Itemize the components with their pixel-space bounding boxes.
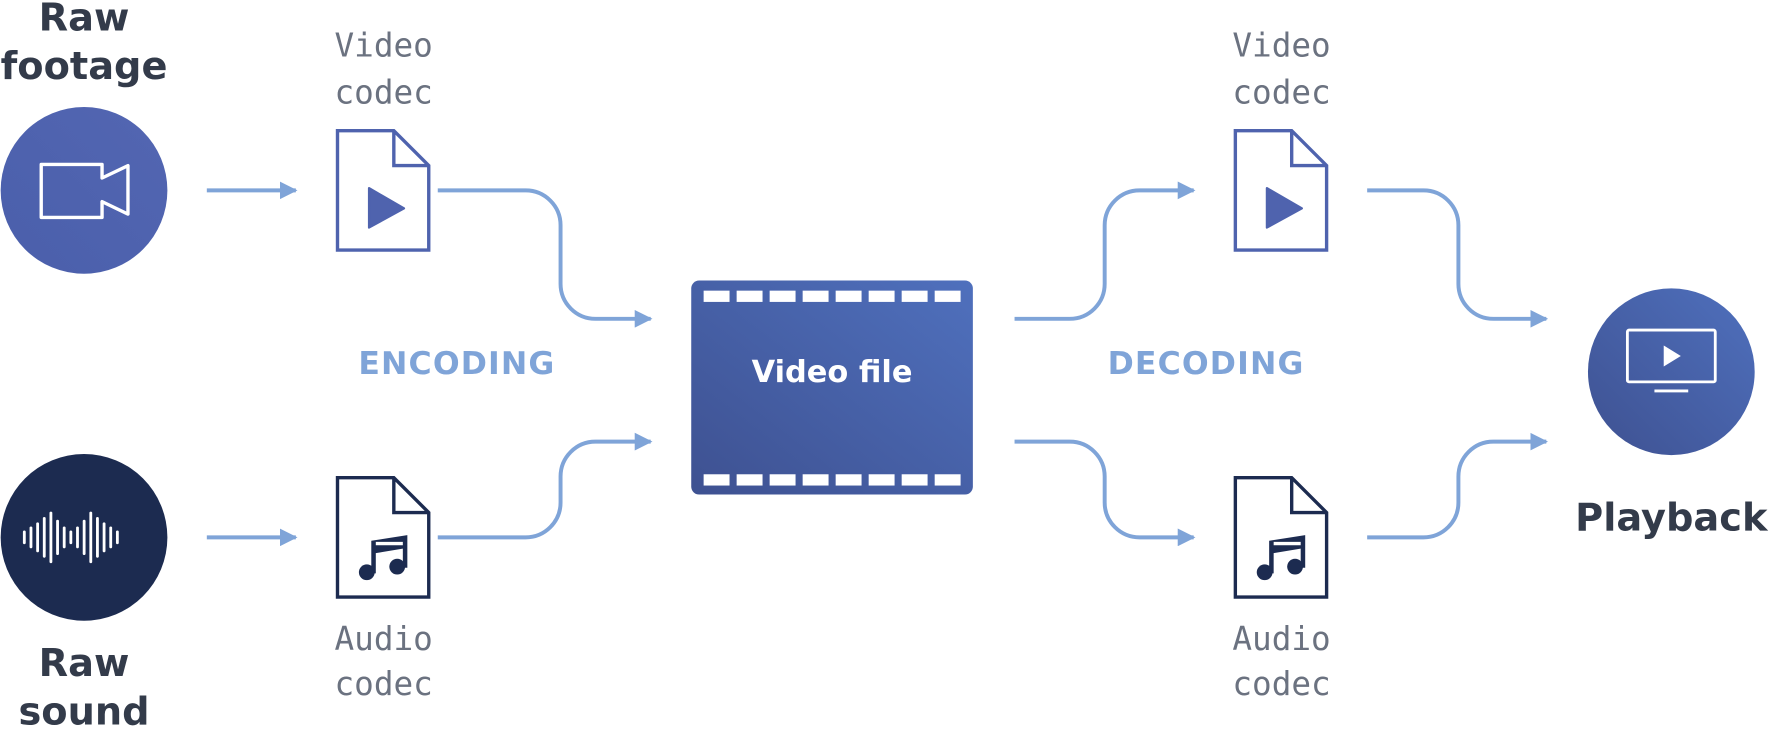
film-hole [703,290,730,302]
film-hole [802,474,829,486]
video-file-icon [1233,128,1329,252]
video-codec-line1: Video [335,26,433,64]
decode-audio-codec: Audio codec [1232,475,1331,703]
film-hole [703,474,730,486]
raw-sound-node: Raw sound [0,453,168,730]
film-hole [934,290,961,302]
playback-node: Playback [1575,288,1769,541]
film-hole [835,474,862,486]
film-hole [868,290,895,302]
film-hole [736,474,763,486]
film-hole [736,290,763,302]
raw-sound-label-line2: sound [18,689,149,730]
playback-label: Playback [1575,496,1769,541]
film-hole [802,290,829,302]
decode-video-codec: Video codec [1232,26,1331,252]
video-codec-line2: codec [335,74,433,112]
video-file-icon [335,128,431,252]
encoding-label: ENCODING [358,346,555,382]
connector [437,188,653,328]
connector [1367,432,1549,540]
film-hole [868,474,895,486]
film-hole [769,290,796,302]
audio-codec-line2: codec [1232,665,1330,703]
encode-video-codec: Video codec [335,26,433,252]
film-hole [901,474,928,486]
film-hole [934,474,961,486]
video-codec-line2: codec [1232,74,1330,112]
encode-audio-codec: Audio codec [335,475,433,703]
audio-codec-line2: codec [335,665,433,703]
raw-footage-label-line1: Raw [39,0,130,40]
film-hole [769,474,796,486]
audio-codec-line1: Audio [335,620,433,658]
audio-file-icon [335,475,431,599]
connector [1367,188,1549,328]
video-file-label: Video file [752,355,913,390]
video-file-container: Video file [691,280,973,495]
decoding-label: DECODING [1108,346,1305,382]
connector [1014,439,1196,547]
raw-sound-label-line1: Raw [39,641,130,686]
connector [437,432,653,540]
audio-file-icon [1233,475,1329,599]
raw-footage-node: Raw footage [1,0,168,274]
codec-diagram: Raw footage Raw sound Video codec Audio … [0,0,1770,730]
film-hole [835,290,862,302]
raw-footage-label-line2: footage [1,44,168,89]
film-hole [901,290,928,302]
connector [1014,181,1196,321]
audio-codec-line1: Audio [1232,620,1330,658]
video-codec-line1: Video [1232,26,1330,64]
